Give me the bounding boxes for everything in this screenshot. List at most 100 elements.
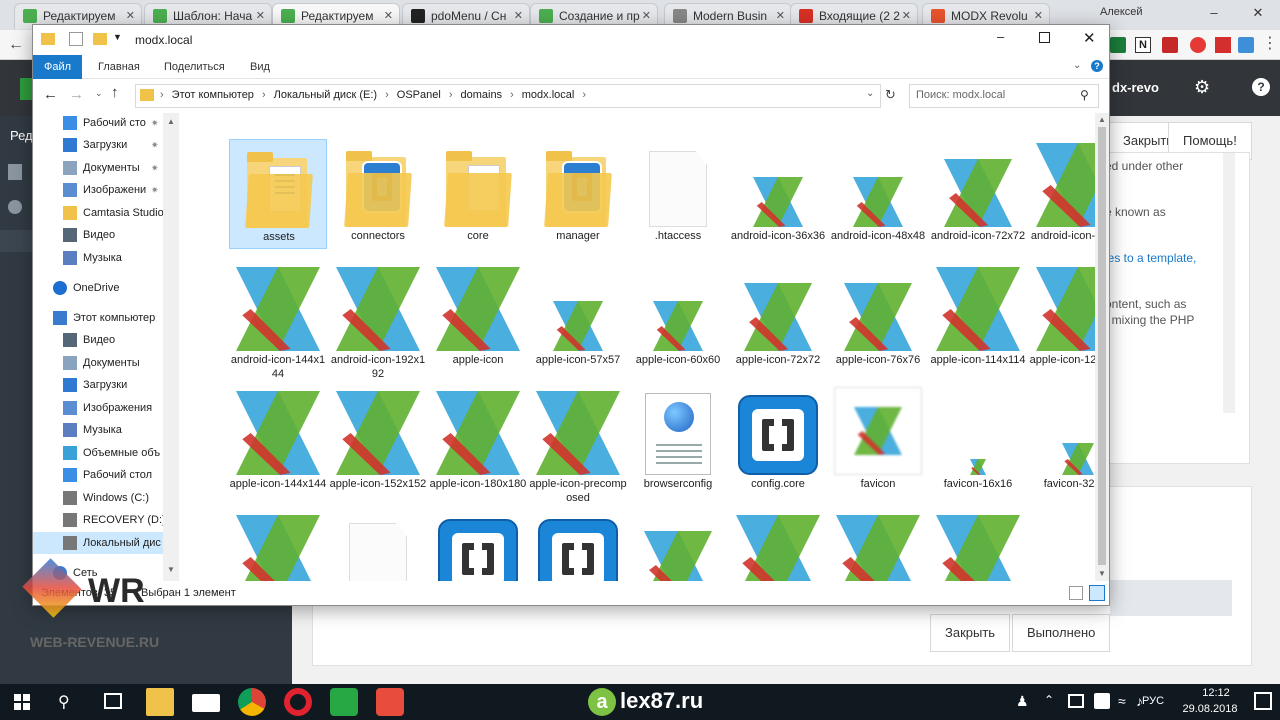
tray-expand-icon[interactable]: ⌃ <box>1044 693 1054 707</box>
file-item[interactable]: apple-icon-precomposed <box>529 387 627 504</box>
breadcrumb-separator-icon[interactable]: › <box>385 89 389 101</box>
breadcrumb-separator-icon[interactable]: › <box>262 89 266 101</box>
new-folder-icon[interactable] <box>93 33 107 45</box>
file-item[interactable]: config.core <box>729 387 827 497</box>
breadcrumb-item[interactable]: modx.local <box>522 89 575 101</box>
forward-arrow-icon[interactable]: → <box>69 86 84 103</box>
file-item[interactable]: android-icon-48x48 <box>829 139 927 249</box>
file-item[interactable]: connectors <box>329 139 427 249</box>
nav-item[interactable]: Рабочий сто ✷ <box>33 113 179 134</box>
nav-item[interactable]: Windows (C:) <box>33 487 179 509</box>
breadcrumb-item[interactable]: Локальный диск (E:) <box>274 89 378 101</box>
file-item[interactable]: android-icon-192x192 <box>329 263 427 380</box>
search-icon[interactable]: ⚲ <box>58 692 70 712</box>
dialog-close-button[interactable]: Закрыть <box>930 614 1011 652</box>
extension-n-icon[interactable]: N <box>1135 37 1151 53</box>
nav-item[interactable]: OneDrive <box>33 277 179 299</box>
file-item[interactable] <box>529 511 627 581</box>
back-arrow-icon[interactable]: ← <box>8 36 24 54</box>
wifi-icon[interactable]: ≈ <box>1118 693 1126 709</box>
ribbon-expand-icon[interactable]: ⌄ <box>1073 60 1081 71</box>
breadcrumb-item[interactable]: OSPanel <box>397 89 441 101</box>
file-explorer-taskbar-icon[interactable] <box>146 688 174 716</box>
file-item[interactable]: apple-icon-180x180 <box>429 387 527 497</box>
nav-item[interactable]: Рабочий стол <box>33 464 179 486</box>
nav-item[interactable]: Видео <box>33 224 179 246</box>
file-item[interactable] <box>629 511 727 581</box>
file-item[interactable]: .htaccess <box>629 139 727 249</box>
file-item[interactable] <box>729 511 827 581</box>
file-item[interactable]: apple-icon-144x144 <box>229 387 327 497</box>
panel-link[interactable]: les to a template, <box>1105 251 1196 265</box>
clock-date[interactable]: 29.08.2018 <box>1170 703 1250 715</box>
nav-item[interactable]: Загрузки <box>33 374 179 396</box>
modx-site-name[interactable]: dx-revo <box>1112 80 1159 95</box>
file-item[interactable]: core <box>429 139 527 249</box>
chrome-taskbar-icon[interactable] <box>238 688 266 716</box>
browser-menu-icon[interactable]: ⋮ <box>1262 33 1278 53</box>
help-icon[interactable]: ? <box>1091 60 1103 72</box>
mail-taskbar-icon[interactable] <box>192 694 220 712</box>
breadcrumb-separator-icon[interactable]: › <box>449 89 453 101</box>
file-item[interactable]: favicon-32x32 <box>1029 387 1099 497</box>
refresh-icon[interactable]: ↻ <box>885 87 896 103</box>
browser-close-button[interactable]: ✕ <box>1236 0 1280 28</box>
nav-item[interactable]: RECOVERY (D:) <box>33 509 179 531</box>
language-indicator[interactable]: РУС <box>1142 695 1164 707</box>
extension-flag-icon[interactable] <box>1215 37 1231 53</box>
file-item[interactable]: apple-icon-120x120 <box>1029 263 1099 373</box>
nav-item[interactable]: Документы ✷ <box>33 157 179 179</box>
file-item[interactable]: apple-icon-57x57 <box>529 263 627 373</box>
file-item[interactable]: apple-icon-72x72 <box>729 263 827 373</box>
file-item[interactable] <box>429 511 527 581</box>
breadcrumb-separator-icon[interactable]: › <box>582 89 586 101</box>
file-item[interactable] <box>229 511 327 581</box>
file-item[interactable]: favicon <box>829 387 927 497</box>
address-dropdown-icon[interactable]: ⌄ <box>866 88 874 99</box>
pin-icon[interactable]: ✷ <box>151 157 159 179</box>
file-item[interactable]: assets <box>229 139 327 249</box>
nav-item[interactable]: Изображени ✷ <box>33 179 179 201</box>
file-item[interactable]: browserconfig <box>629 387 727 497</box>
power-icon[interactable] <box>1094 693 1110 709</box>
clock-time[interactable]: 12:12 <box>1186 687 1246 699</box>
pdf-extension-icon[interactable] <box>1162 37 1178 53</box>
file-item[interactable] <box>929 511 1027 581</box>
file-item[interactable]: android-icon-96x96 <box>1029 139 1099 249</box>
notifications-icon[interactable] <box>1254 692 1272 710</box>
maximize-button[interactable] <box>1039 32 1050 43</box>
ribbon-tab-view[interactable]: Вид <box>239 55 281 79</box>
nav-item[interactable]: Музыка <box>33 247 179 269</box>
navigation-scrollbar[interactable]: ▲ ▼ <box>163 113 179 581</box>
pin-icon[interactable]: ✷ <box>151 134 159 156</box>
back-arrow-icon[interactable]: ← <box>43 86 58 103</box>
dialog-done-button[interactable]: Выполнено <box>1012 614 1111 652</box>
file-item[interactable]: apple-icon <box>429 263 527 373</box>
breadcrumb-item[interactable]: Этот компьютер <box>172 89 254 101</box>
task-view-icon[interactable] <box>104 693 122 709</box>
breadcrumb-item[interactable]: domains <box>460 89 502 101</box>
nav-item[interactable]: Загрузки ✷ <box>33 134 179 156</box>
nav-item[interactable]: Этот компьютер <box>33 307 179 329</box>
file-item[interactable]: apple-icon-60x60 <box>629 263 727 373</box>
breadcrumb-separator-icon[interactable]: › <box>510 89 514 101</box>
nav-item[interactable]: Видео <box>33 329 179 351</box>
recent-dropdown-icon[interactable]: ⌄ <box>95 88 103 99</box>
nav-item[interactable]: Изображения <box>33 397 179 419</box>
file-item[interactable]: apple-icon-114x114 <box>929 263 1027 373</box>
file-list-scrollbar[interactable]: ▲ ▼ <box>1095 113 1109 581</box>
people-icon[interactable]: ♟ <box>1016 693 1029 710</box>
start-button[interactable] <box>14 694 30 710</box>
tree-toggle-icon[interactable] <box>8 200 22 214</box>
breadcrumb-separator-icon[interactable]: › <box>160 89 164 101</box>
quick-access-dropdown-icon[interactable]: ▼ <box>113 32 122 42</box>
file-item[interactable]: android-icon-144x144 <box>229 263 327 380</box>
nav-item[interactable]: Локальный дис <box>33 532 179 554</box>
file-item[interactable] <box>829 511 927 581</box>
search-box[interactable]: Поиск: modx.local ⚲ <box>909 84 1099 108</box>
pin-icon[interactable]: ✷ <box>151 113 159 134</box>
extension-blue-icon[interactable] <box>1238 37 1254 53</box>
file-item[interactable]: android-icon-72x72 <box>929 139 1027 249</box>
ribbon-tab-share[interactable]: Поделиться <box>153 55 236 79</box>
up-arrow-icon[interactable]: ↑ <box>111 84 119 101</box>
